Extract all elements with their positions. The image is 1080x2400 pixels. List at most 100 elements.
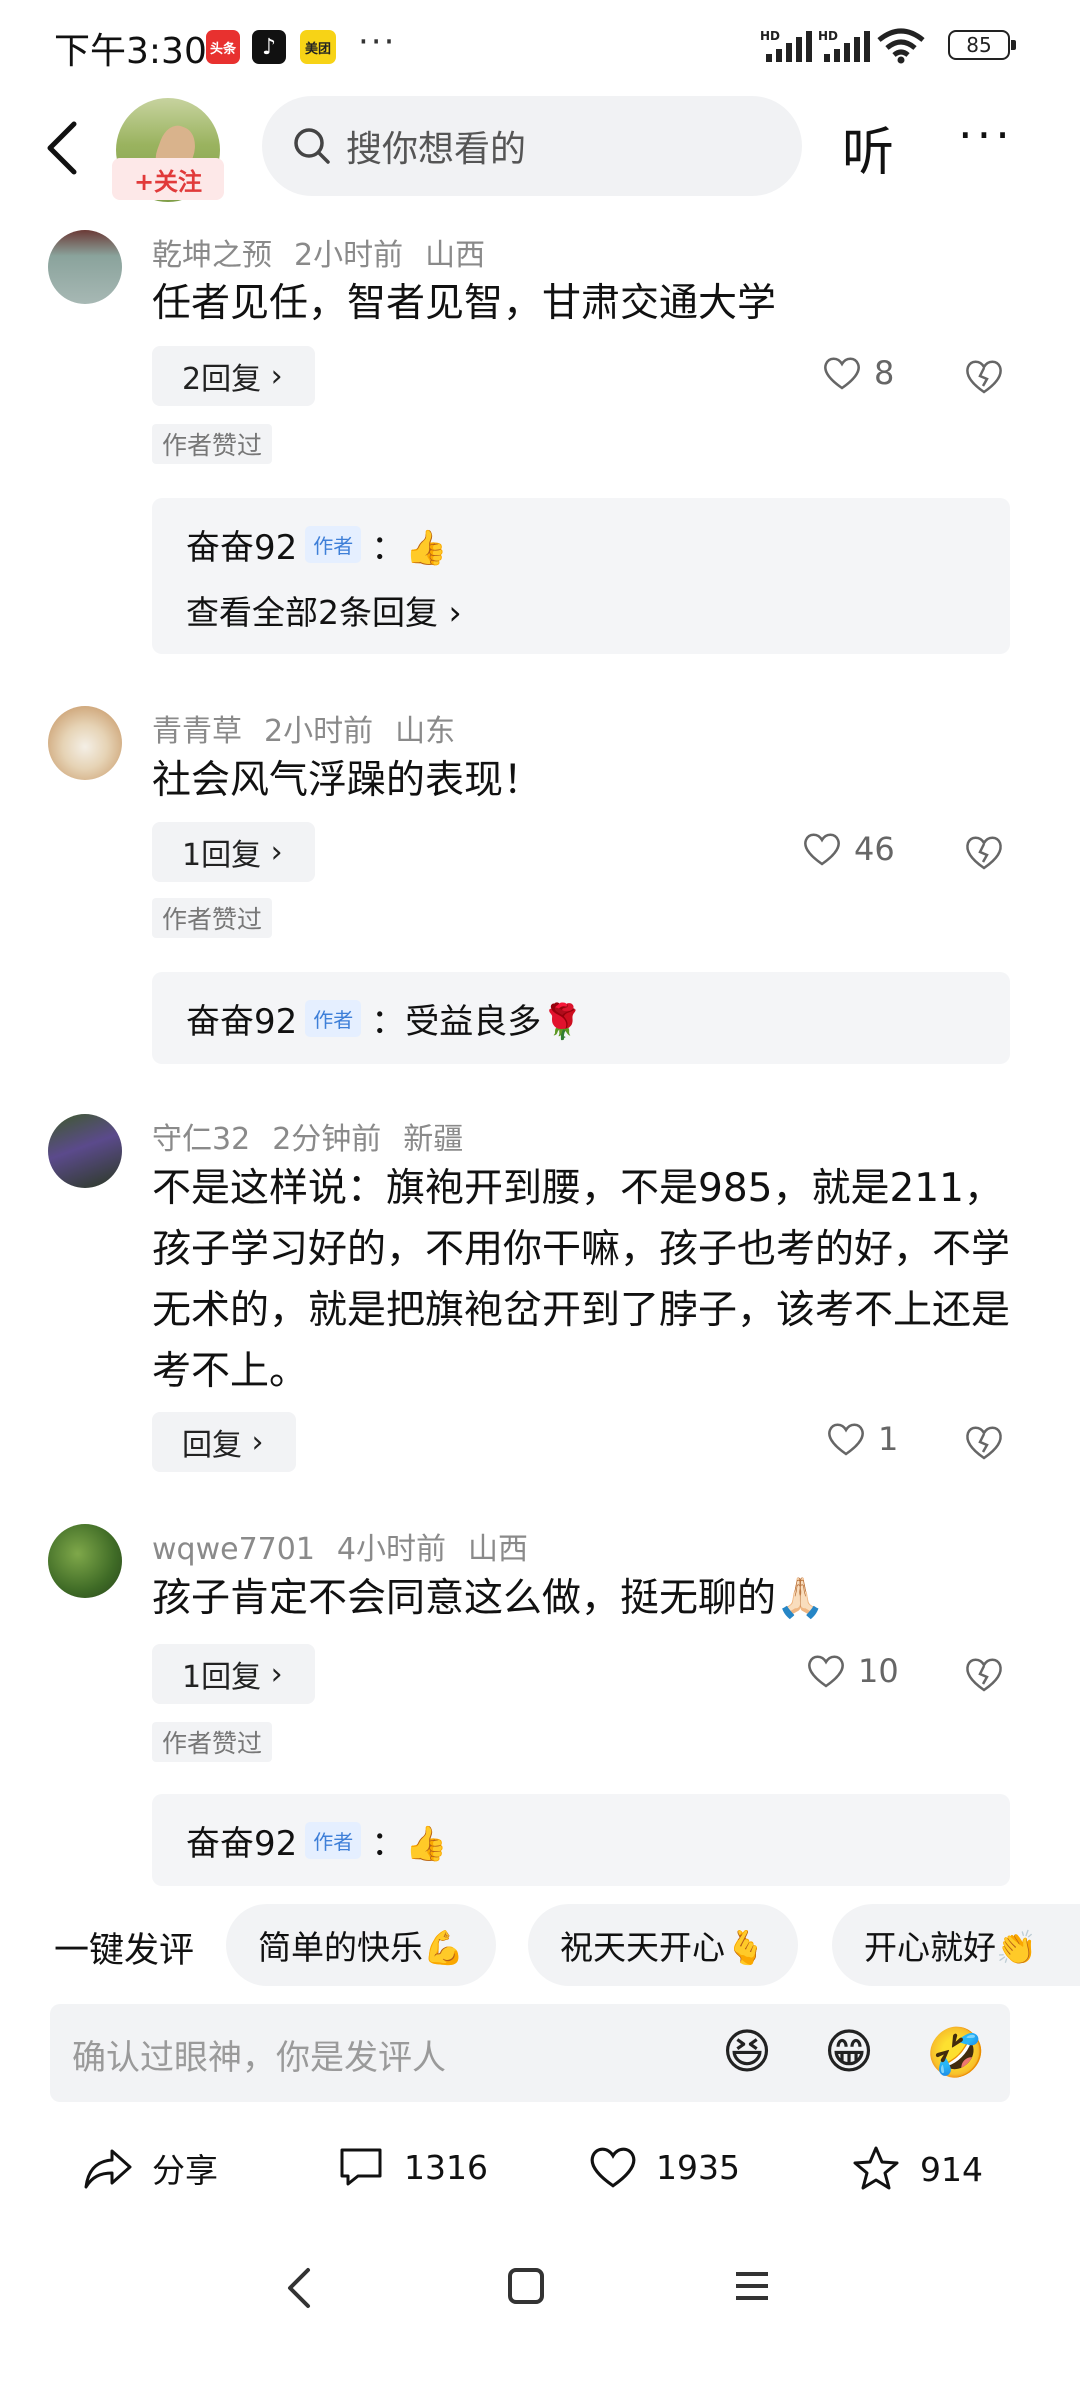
- like-button[interactable]: 46: [802, 830, 895, 868]
- reply-count: 回复: [182, 1428, 242, 1463]
- grinning-emoji-button[interactable]: 😁: [824, 2024, 874, 2080]
- heart-icon: [824, 357, 860, 390]
- sub-reply-author[interactable]: 奋奋92: [186, 520, 297, 569]
- quick-comment-chip[interactable]: 开心就好👏: [832, 1904, 1080, 1986]
- comment-meta: 守仁32 2分钟前 新疆: [152, 1114, 485, 1158]
- favorite-button[interactable]: 914: [850, 2144, 983, 2194]
- heart-icon: [808, 1655, 844, 1688]
- author-liked-badge: 作者赞过: [152, 1722, 273, 1762]
- svg-text:HD: HD: [760, 29, 780, 43]
- like-button[interactable]: 8: [822, 354, 894, 392]
- comment-text: 不是这样说：旗袍开到腰，不是985，就是211，孩子学习好的，不用你干嘛，孩子也…: [152, 1166, 1011, 1394]
- share-label: 分享: [152, 2151, 218, 2190]
- search-placeholder: 搜你想看的: [346, 129, 527, 170]
- comment-username[interactable]: wqwe7701: [152, 1532, 315, 1567]
- search-icon: [294, 128, 330, 164]
- like-count: 46: [854, 830, 895, 868]
- share-icon: [84, 2149, 132, 2189]
- like-count: 10: [858, 1652, 899, 1690]
- sub-reply-box[interactable]: 奋奋92 作者 ：👍: [152, 1794, 1010, 1886]
- listen-button[interactable]: 听: [842, 110, 894, 185]
- reply-count: 1回复: [182, 838, 262, 873]
- favorite-count: 914: [920, 2149, 983, 2189]
- comment-location: 新疆: [403, 1122, 464, 1157]
- sub-reply-content: ：👍: [371, 1824, 448, 1864]
- view-all-label: 查看全部2条回复: [186, 593, 438, 632]
- comment-meta: wqwe7701 4小时前 山西: [152, 1524, 550, 1568]
- sub-reply-author[interactable]: 奋奋92: [186, 1816, 297, 1865]
- dislike-broken-heart-icon[interactable]: [962, 354, 1006, 398]
- back-button[interactable]: [36, 108, 96, 188]
- author-tag: 作者: [305, 1000, 362, 1037]
- nav-menu-icon[interactable]: [730, 2260, 774, 2316]
- heart-icon: [590, 2147, 636, 2188]
- toutiao-app-icon: 头条: [206, 30, 240, 64]
- like-post-button[interactable]: 1935: [588, 2144, 740, 2190]
- commenter-avatar[interactable]: [48, 1114, 122, 1188]
- author-liked-badge: 作者赞过: [152, 898, 273, 938]
- comment-input-placeholder: 确认过眼神，你是发评人: [72, 2038, 446, 2078]
- search-input[interactable]: 搜你想看的: [262, 96, 802, 196]
- comment-meta: 乾坤之预 2小时前 山西: [152, 230, 507, 274]
- chevron-right-icon: ›: [261, 1656, 283, 1692]
- author-liked-badge: 作者赞过: [152, 424, 273, 464]
- nav-home-icon[interactable]: [504, 2260, 548, 2316]
- like-count: 1935: [656, 2147, 740, 2187]
- comment-text: 孩子肯定不会同意这么做，挺无聊的🙏🏻: [152, 1576, 825, 1621]
- status-time: 下午3:30: [54, 31, 207, 72]
- view-replies-button[interactable]: 1回复 ›: [152, 1644, 315, 1704]
- comment-text: 社会风气浮躁的表现！: [152, 758, 543, 803]
- like-count: 1: [878, 1420, 899, 1458]
- wifi-icon: [877, 28, 925, 64]
- comments-button[interactable]: 1316: [336, 2144, 488, 2190]
- comment-location: 山东: [395, 714, 456, 749]
- sub-reply-box[interactable]: 奋奋92 作者 ：👍 查看全部2条回复 ›: [152, 498, 1010, 654]
- quick-comment-chip[interactable]: 简单的快乐💪: [226, 1904, 497, 1986]
- chevron-right-icon: ›: [438, 593, 462, 632]
- sub-reply-line: 奋奋92 作者 ：受益良多🌹: [186, 994, 584, 1043]
- more-options-button[interactable]: ···: [958, 108, 1014, 162]
- comment-time: 2小时前: [264, 714, 374, 749]
- dislike-broken-heart-icon[interactable]: [962, 1420, 1006, 1464]
- author-tag: 作者: [305, 526, 362, 563]
- commenter-avatar[interactable]: [48, 1524, 122, 1598]
- meituan-app-icon: 美团: [300, 30, 336, 64]
- star-icon: [853, 2146, 899, 2190]
- dislike-broken-heart-icon[interactable]: [962, 1652, 1006, 1696]
- view-replies-button[interactable]: 1回复 ›: [152, 822, 315, 882]
- follow-button[interactable]: +关注: [112, 158, 224, 200]
- battery-indicator: 85: [948, 30, 1016, 60]
- sub-reply-box[interactable]: 奋奋92 作者 ：受益良多🌹: [152, 972, 1010, 1064]
- nav-back-icon[interactable]: [280, 2260, 320, 2316]
- comment-time: 2分钟前: [272, 1122, 382, 1157]
- signal-hd-icon-2: HD: [818, 29, 870, 62]
- commenter-avatar[interactable]: [48, 230, 122, 304]
- comment-username[interactable]: 青青草: [152, 714, 242, 749]
- view-replies-button[interactable]: 2回复 ›: [152, 346, 315, 406]
- comment-username[interactable]: 守仁32: [152, 1122, 250, 1157]
- view-replies-button[interactable]: 回复 ›: [152, 1412, 296, 1472]
- reply-count: 2回复: [182, 362, 262, 397]
- sub-reply-line: 奋奋92 作者 ：👍: [186, 520, 448, 569]
- heart-icon: [804, 833, 840, 866]
- reply-count: 1回复: [182, 1660, 262, 1695]
- tiktok-app-icon: ♪: [252, 30, 286, 64]
- comment-time: 2小时前: [294, 238, 404, 273]
- view-all-replies-link[interactable]: 查看全部2条回复 ›: [186, 586, 462, 634]
- like-button[interactable]: 10: [806, 1652, 899, 1690]
- quick-comment-chip[interactable]: 祝天天开心🫰: [528, 1904, 799, 1986]
- comment-location: 山西: [425, 238, 486, 273]
- chevron-right-icon: ›: [242, 1424, 264, 1460]
- comment-username[interactable]: 乾坤之预: [152, 238, 272, 273]
- comment-icon: [340, 2148, 382, 2186]
- sub-reply-author[interactable]: 奋奋92: [186, 994, 297, 1043]
- like-count: 8: [874, 354, 895, 392]
- commenter-avatar[interactable]: [48, 706, 122, 780]
- like-button[interactable]: 1: [826, 1420, 898, 1458]
- rofl-emoji-button[interactable]: 🤣: [926, 2024, 986, 2081]
- laughing-emoji-button[interactable]: 😆: [722, 2024, 772, 2080]
- share-button[interactable]: 分享: [82, 2144, 218, 2192]
- notification-more-icon: ···: [358, 22, 397, 62]
- heart-icon: [828, 1423, 864, 1456]
- dislike-broken-heart-icon[interactable]: [962, 830, 1006, 874]
